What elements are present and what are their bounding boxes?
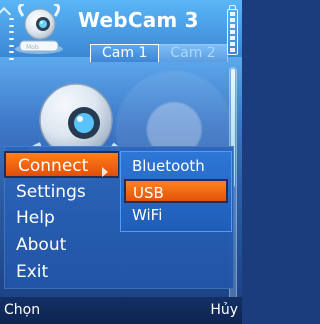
- menu-item-about[interactable]: About: [4, 232, 230, 259]
- menu-item-exit[interactable]: Exit: [4, 259, 230, 286]
- left-softkey[interactable]: Chọn: [4, 301, 40, 319]
- softkey-bar: Chọn Hủy: [0, 297, 242, 324]
- connect-submenu: Bluetooth USB WiFi: [120, 151, 232, 232]
- submenu-arrow-icon: [102, 167, 108, 177]
- submenu-item-wifi[interactable]: WiFi: [121, 203, 231, 227]
- app-title: WebCam 3: [78, 8, 199, 32]
- submenu-item-bluetooth[interactable]: Bluetooth: [121, 154, 231, 178]
- svg-text:Mob: Mob: [26, 44, 39, 51]
- webcam-mascot-icon: Mob: [15, 4, 63, 54]
- battery-icon: [227, 5, 238, 55]
- submenu-item-usb[interactable]: USB: [124, 179, 228, 203]
- header-bar: Mob WebCam 3 Cam 1 Cam 2: [0, 0, 242, 62]
- webcam-app-screen: Mob WebCam 3 Cam 1 Cam 2 Connect Setting…: [0, 0, 242, 324]
- right-softkey[interactable]: Hủy: [210, 301, 238, 319]
